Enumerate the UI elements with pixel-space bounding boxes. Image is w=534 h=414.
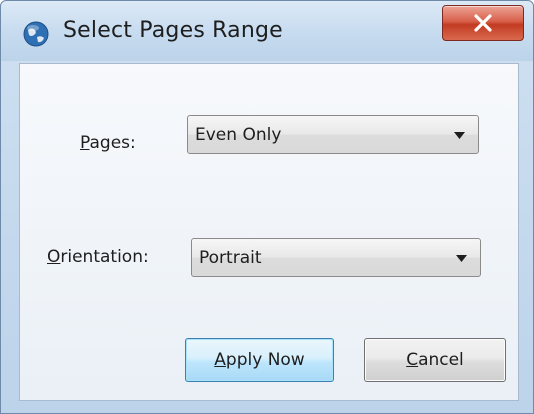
pages-selected-value: Even Only	[195, 125, 282, 145]
orientation-label-text: rientation:	[60, 247, 149, 267]
apply-now-button[interactable]: Apply Now	[185, 338, 334, 382]
orientation-label: Orientation:	[47, 247, 149, 267]
close-x-icon	[474, 14, 492, 32]
apply-mnemonic: A	[214, 350, 226, 370]
cancel-button[interactable]: Cancel	[364, 338, 506, 382]
cancel-mnemonic: C	[406, 350, 419, 370]
close-button[interactable]	[442, 5, 524, 41]
pages-dropdown[interactable]: Even Only	[187, 115, 479, 154]
chevron-down-icon	[456, 255, 467, 262]
orientation-label-mnemonic: O	[47, 247, 61, 267]
window-title: Select Pages Range	[63, 18, 283, 43]
pages-label: Pages:	[80, 133, 136, 153]
dialog-window: Select Pages Range Pages: Even Only Orie…	[0, 0, 534, 414]
cancel-label: ancel	[418, 350, 464, 370]
globe-app-icon	[23, 21, 49, 47]
orientation-dropdown[interactable]: Portrait	[191, 238, 481, 277]
chevron-down-icon	[454, 132, 465, 139]
pages-label-mnemonic: P	[80, 133, 90, 153]
title-bar[interactable]: Select Pages Range	[1, 1, 533, 61]
apply-label: pply Now	[225, 350, 305, 370]
orientation-selected-value: Portrait	[199, 248, 262, 268]
pages-label-text: ages:	[89, 133, 136, 153]
dialog-body: Pages: Even Only Orientation: Portrait A…	[19, 63, 519, 401]
